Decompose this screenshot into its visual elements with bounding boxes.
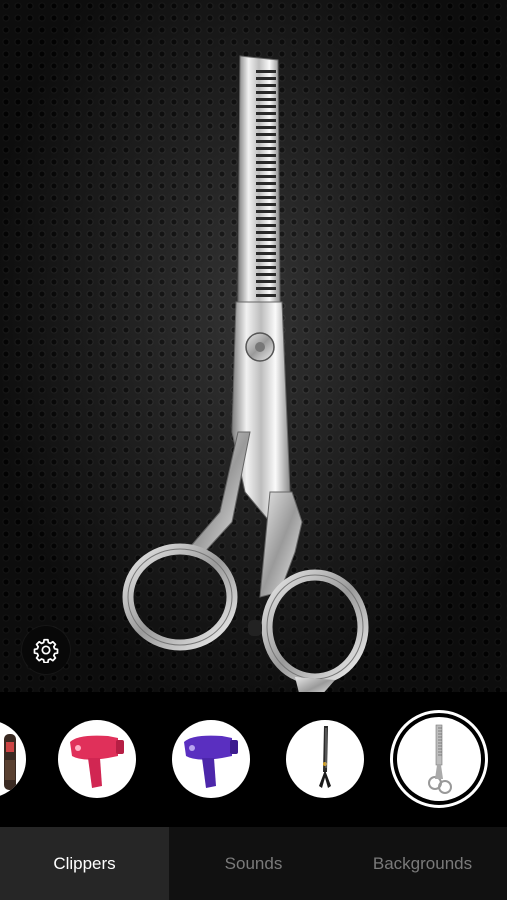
carousel-item-purple-dryer[interactable]: [172, 720, 250, 798]
tab-clippers[interactable]: Clippers: [0, 827, 169, 900]
settings-button[interactable]: [22, 626, 70, 674]
carousel-item-thinning-scissors[interactable]: [390, 710, 488, 808]
tool-stage[interactable]: [0, 0, 507, 692]
thinning-scissors-image[interactable]: [120, 52, 380, 692]
hair-scissors-icon: [319, 726, 331, 788]
tool-carousel[interactable]: [0, 692, 507, 827]
carousel-item-trimmer[interactable]: [0, 720, 26, 798]
pink-hair-dryer-icon: [70, 735, 124, 788]
carousel-item-scissors[interactable]: [286, 720, 364, 798]
selected-item-frame: [397, 717, 481, 801]
purple-hair-dryer-icon: [184, 735, 238, 788]
thinning-scissors-icon: [428, 724, 452, 794]
bottom-tab-bar: Clippers Sounds Backgrounds: [0, 827, 507, 900]
gear-icon: [33, 638, 59, 663]
beard-trimmer-icon: [4, 734, 16, 790]
tab-backgrounds[interactable]: Backgrounds: [338, 827, 507, 900]
carousel-item-pink-dryer[interactable]: [58, 720, 136, 798]
tab-sounds[interactable]: Sounds: [169, 827, 338, 900]
